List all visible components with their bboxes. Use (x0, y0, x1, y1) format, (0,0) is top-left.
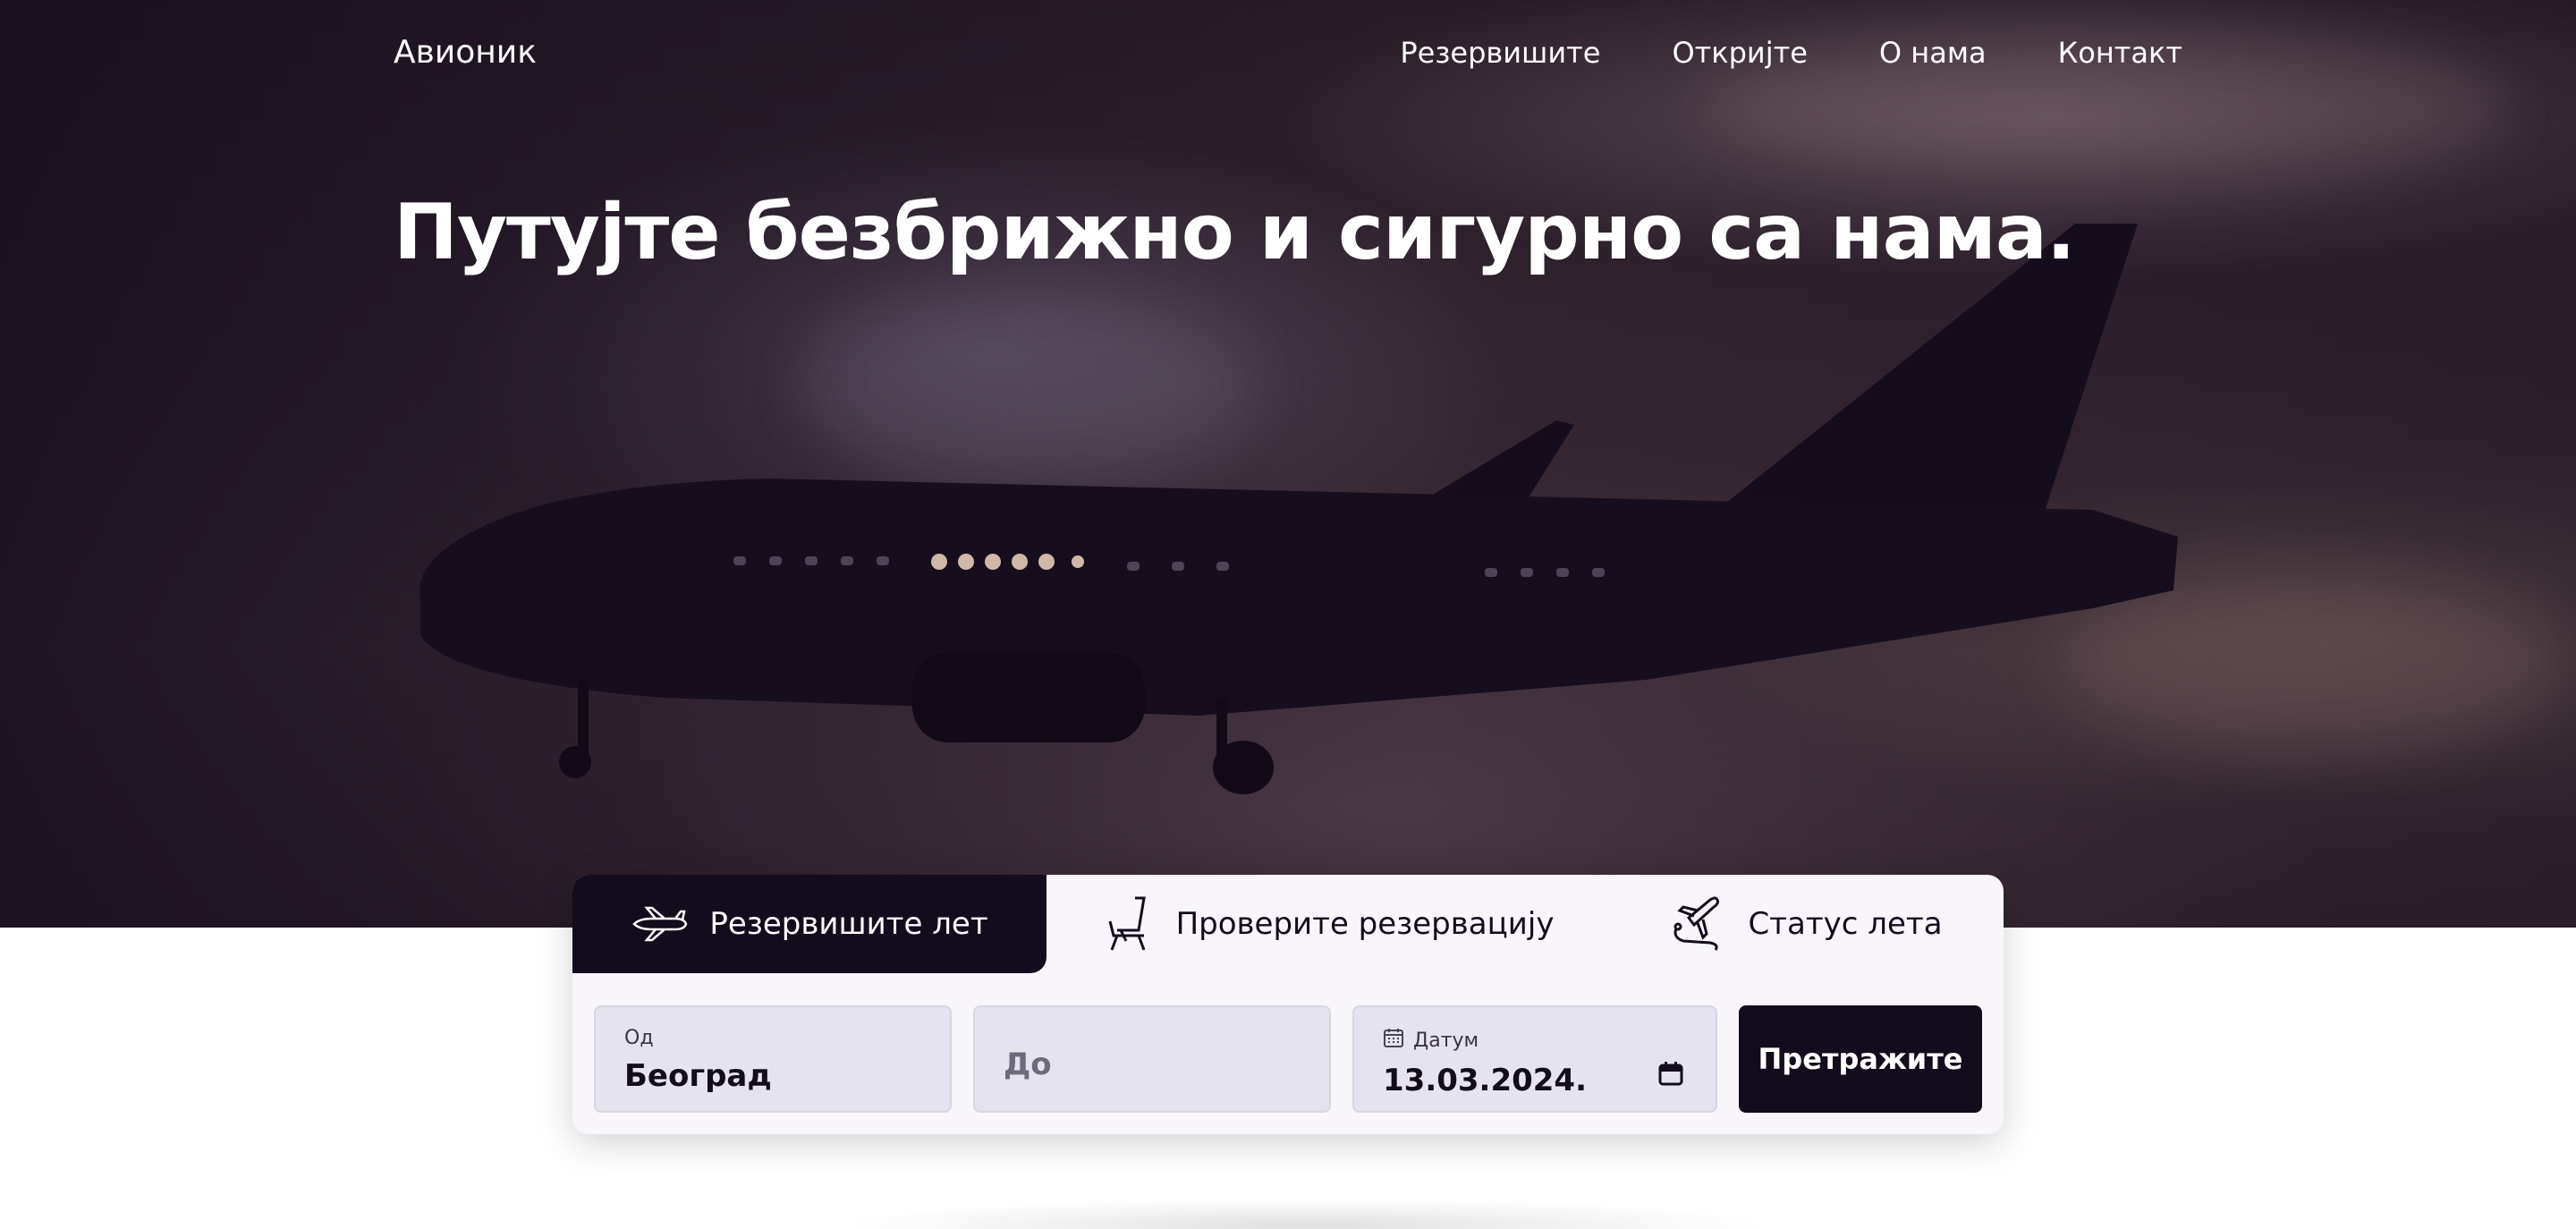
seat-icon (1103, 894, 1157, 954)
to-placeholder: До (1004, 1047, 1052, 1082)
date-value: 13.03.2024. (1383, 1063, 1588, 1098)
hero-banner: Авионик Резервишите Откријте О нама Конт… (0, 0, 2576, 928)
search-button[interactable]: Претражите (1739, 1005, 1982, 1113)
airplane-icon (631, 904, 690, 944)
nav-item-contact[interactable]: Контакт (2058, 36, 2182, 70)
tab-check-reservation-label: Проверите резервацију (1175, 906, 1555, 942)
tab-flight-status[interactable]: Статус лета (1610, 875, 2004, 973)
date-field[interactable]: Датум 13.03.2024. (1352, 1005, 1717, 1113)
tab-book-flight[interactable]: Резервишите лет (572, 875, 1046, 973)
nav-item-discover[interactable]: Откријте (1672, 36, 1807, 70)
nav-item-about[interactable]: О нама (1879, 36, 1987, 70)
from-value: Београд (624, 1058, 772, 1094)
from-label: Од (624, 1027, 654, 1049)
tab-check-reservation[interactable]: Проверите резервацију (1046, 875, 1610, 973)
booking-tabs: Резервишите лет Проверите резервацију Ст… (572, 875, 2004, 973)
date-label-row: Датум (1383, 1027, 1687, 1054)
main-nav: Резервишите Откријте О нама Контакт (1400, 36, 2182, 70)
booking-widget: Резервишите лет Проверите резервацију Ст… (572, 875, 2004, 1134)
flight-route-icon (1671, 894, 1728, 954)
tab-book-flight-label: Резервишите лет (709, 906, 988, 942)
search-form: Од Београд До Датум 13.03.2024. Претражи… (594, 1005, 1982, 1113)
nav-item-book[interactable]: Резервишите (1400, 36, 1600, 70)
hero-headline: Путујте безбрижно и сигурно са нама. (394, 188, 2076, 277)
logo[interactable]: Авионик (394, 34, 537, 71)
date-label: Датум (1413, 1029, 1479, 1052)
calendar-icon (1383, 1027, 1404, 1054)
from-field[interactable]: Од Београд (594, 1005, 952, 1113)
airplane-silhouette-image (419, 224, 2178, 794)
date-picker-icon[interactable] (1658, 1061, 1683, 1089)
to-field[interactable]: До (973, 1005, 1331, 1113)
section-divider-shadow (841, 1199, 1771, 1229)
tab-flight-status-label: Статус лета (1748, 906, 1943, 942)
